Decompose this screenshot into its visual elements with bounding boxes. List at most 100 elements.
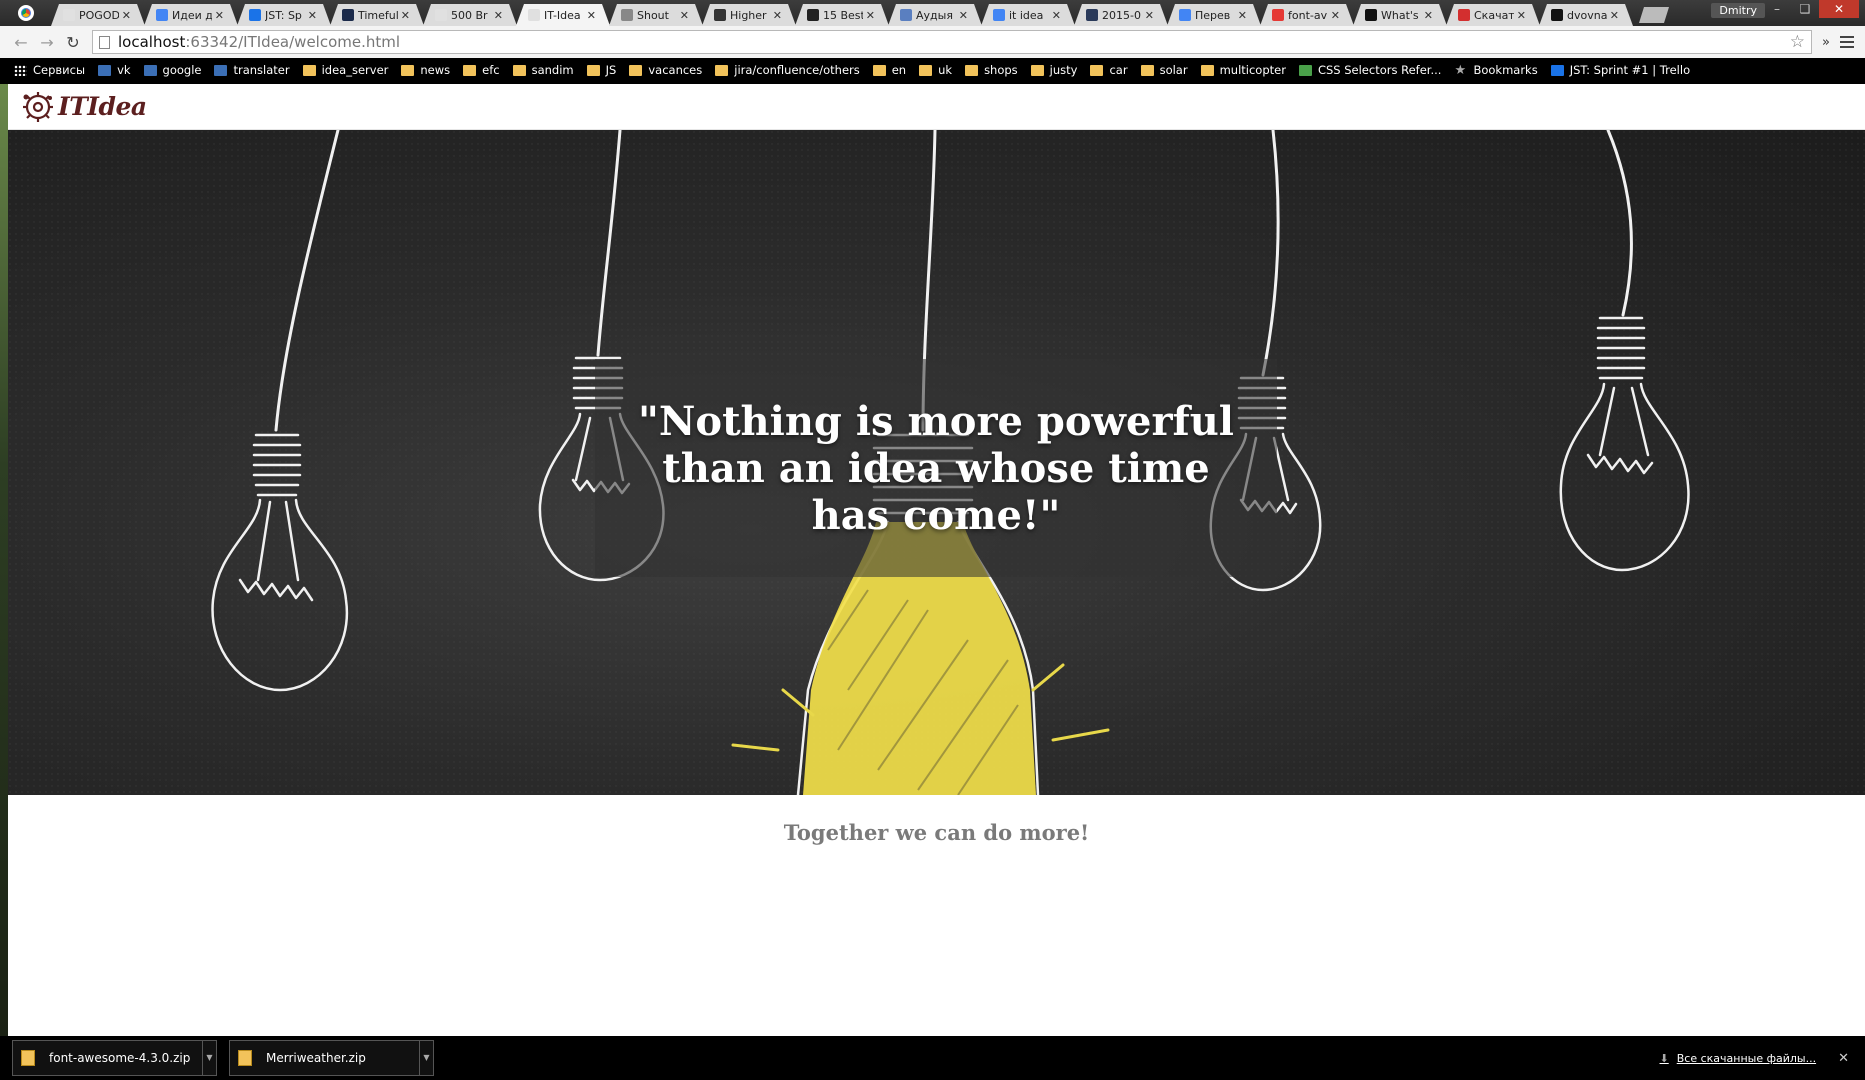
tab-close-icon[interactable]: ✕: [1331, 9, 1340, 22]
tab-close-icon[interactable]: ✕: [308, 9, 317, 22]
font-squirrel-icon: [1458, 9, 1470, 21]
bookmark-item[interactable]: multicopter: [1200, 63, 1286, 77]
bookmark-item[interactable]: translater: [214, 63, 290, 77]
restore-icon[interactable]: ❑: [1791, 0, 1819, 18]
tab-close-icon[interactable]: ✕: [959, 9, 968, 22]
back-arrow-icon[interactable]: ←: [8, 33, 34, 52]
browser-tab[interactable]: it idea ✕: [981, 4, 1075, 26]
desktop-edge: [0, 84, 8, 1036]
bookmark-item[interactable]: sandim: [512, 63, 574, 77]
extensions-overflow-icon[interactable]: »: [1822, 35, 1830, 50]
folder-icon: [401, 64, 415, 76]
browser-tab[interactable]: Аудыя ✕: [888, 4, 982, 26]
reload-icon[interactable]: ↻: [60, 33, 86, 52]
zip-file-icon: [21, 1050, 35, 1066]
download-menu-arrow-icon[interactable]: ▼: [419, 1041, 433, 1075]
close-window-icon[interactable]: ✕: [1819, 0, 1859, 18]
quote-overlay: "Nothing is more powerful than an idea w…: [595, 359, 1277, 577]
bookmark-item[interactable]: car: [1090, 63, 1128, 77]
bookmark-label: efc: [482, 63, 500, 77]
bookmark-item[interactable]: JS: [586, 63, 616, 77]
bookmark-item[interactable]: ★ Bookmarks: [1454, 63, 1537, 77]
translate-icon: [1179, 9, 1191, 21]
bookmark-label: vk: [117, 63, 131, 77]
trello-icon: [1550, 64, 1564, 76]
browser-tab[interactable]: JST: Sp ✕: [237, 4, 331, 26]
browser-tab[interactable]: 500 Br ✕: [423, 4, 517, 26]
tab-close-icon[interactable]: ✕: [866, 9, 875, 22]
bookmark-star-icon[interactable]: ☆: [1790, 32, 1805, 52]
bookmark-label: uk: [938, 63, 953, 77]
tab-title: Идеи д: [172, 8, 212, 22]
audio-icon: [900, 9, 912, 21]
tab-close-icon[interactable]: ✕: [1610, 9, 1619, 22]
bookmark-item[interactable]: uk: [919, 63, 952, 77]
browser-tab[interactable]: Идеи д ✕: [144, 4, 238, 26]
bookmark-item[interactable]: jira/confluence/others: [715, 63, 860, 77]
download-item[interactable]: font-awesome-4.3.0.zip ▼: [12, 1040, 217, 1076]
tab-close-icon[interactable]: ✕: [1517, 9, 1526, 22]
tab-close-icon[interactable]: ✕: [215, 9, 224, 22]
download-menu-arrow-icon[interactable]: ▼: [202, 1041, 216, 1075]
bookmark-item[interactable]: CSS Selectors Refer...: [1298, 63, 1441, 77]
hero-quote: "Nothing is more powerful than an idea w…: [638, 397, 1234, 539]
browser-tab[interactable]: Timeful ✕: [330, 4, 424, 26]
tab-title: Перев: [1195, 8, 1231, 22]
all-downloads-link[interactable]: ⬇ Все скачанные файлы...: [1660, 1052, 1817, 1065]
github-icon: [1551, 9, 1563, 21]
browser-tab[interactable]: Higher ✕: [702, 4, 796, 26]
download-item[interactable]: Merriweather.zip ▼: [229, 1040, 434, 1076]
minimize-icon[interactable]: –: [1763, 0, 1791, 18]
browser-tab[interactable]: 15 Best ✕: [795, 4, 889, 26]
browser-tab[interactable]: font-av ✕: [1260, 4, 1354, 26]
tab-close-icon[interactable]: ✕: [1238, 9, 1247, 22]
yandex-icon: [1272, 9, 1284, 21]
bookmark-item[interactable]: Сервисы: [14, 63, 85, 77]
chrome-apps-button[interactable]: [0, 0, 52, 26]
tab-close-icon[interactable]: ✕: [680, 9, 689, 22]
bookmark-item[interactable]: shops: [965, 63, 1018, 77]
bookmark-item[interactable]: google: [143, 63, 201, 77]
window-controls: – ❑ ✕: [1763, 0, 1859, 18]
bookmark-item[interactable]: JST: Sprint #1 | Trello: [1550, 63, 1690, 77]
folder-icon: [302, 64, 316, 76]
new-tab-button[interactable]: [1639, 7, 1669, 23]
bookmark-item[interactable]: news: [401, 63, 450, 77]
folder-icon: [512, 64, 526, 76]
tab-close-icon[interactable]: ✕: [401, 9, 410, 22]
folder-icon: [586, 64, 600, 76]
browser-tab[interactable]: 2015-0 ✕: [1074, 4, 1168, 26]
browser-tab[interactable]: Перев ✕: [1167, 4, 1261, 26]
bookmark-item[interactable]: en: [872, 63, 906, 77]
blue-icon: [143, 64, 157, 76]
forward-arrow-icon[interactable]: →: [34, 33, 60, 52]
folder-icon: [1200, 64, 1214, 76]
tab-strip: POGOD ✕ Идеи д ✕ JST: Sp ✕ Timeful ✕ 500 Br ✕ IT-I…: [0, 0, 1865, 26]
browser-tab[interactable]: POGOD ✕: [51, 4, 145, 26]
chrome-menu-icon[interactable]: [1839, 36, 1854, 48]
address-bar[interactable]: localhost:63342/ITIdea/welcome.html ☆: [92, 30, 1812, 54]
tab-close-icon[interactable]: ✕: [494, 9, 503, 22]
tab-close-icon[interactable]: ✕: [773, 9, 782, 22]
profile-button[interactable]: Dmitry: [1711, 3, 1765, 18]
bookmark-item[interactable]: justy: [1030, 63, 1078, 77]
tab-close-icon[interactable]: ✕: [122, 9, 131, 22]
tab-close-icon[interactable]: ✕: [1145, 9, 1154, 22]
tab-close-icon[interactable]: ✕: [1052, 9, 1061, 22]
bookmark-item[interactable]: idea_server: [302, 63, 388, 77]
tab-close-icon[interactable]: ✕: [587, 9, 596, 22]
bookmark-item[interactable]: efc: [463, 63, 500, 77]
browser-tab[interactable]: IT-Idea ✕: [516, 4, 610, 26]
browser-tab[interactable]: What's ✕: [1353, 4, 1447, 26]
bookmark-item[interactable]: vk: [98, 63, 131, 77]
bookmark-label: justy: [1049, 63, 1078, 77]
browser-tab[interactable]: Shout ✕: [609, 4, 703, 26]
browser-tab[interactable]: Скачат ✕: [1446, 4, 1540, 26]
close-shelf-icon[interactable]: ✕: [1838, 1051, 1849, 1066]
brand-link[interactable]: ITIdea: [20, 89, 147, 125]
bookmark-item[interactable]: vacances: [629, 63, 702, 77]
bookmark-item[interactable]: solar: [1140, 63, 1188, 77]
hero-section: "Nothing is more powerful than an idea w…: [8, 130, 1865, 795]
tab-close-icon[interactable]: ✕: [1424, 9, 1433, 22]
browser-tab[interactable]: dvovna ✕: [1539, 4, 1633, 26]
